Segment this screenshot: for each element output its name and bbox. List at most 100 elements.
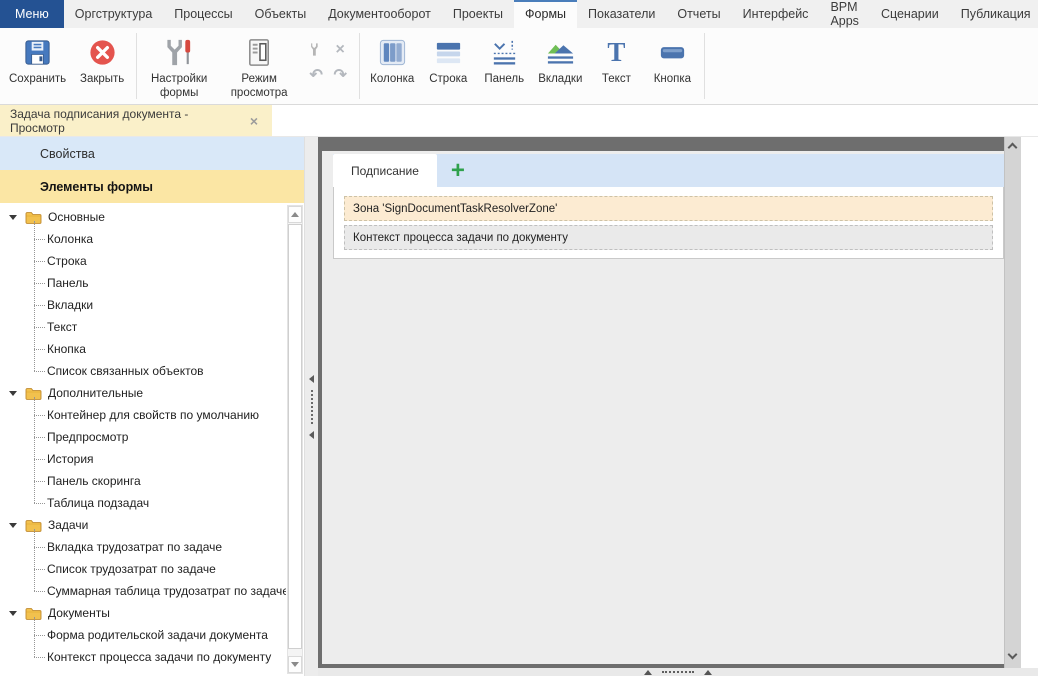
undo-icon[interactable]: ↶ <box>304 62 328 87</box>
form-elements-tree: Основные Колонка Строка Панель Вкладки Т… <box>0 203 286 676</box>
form-settings-label: Настройки формы <box>147 72 211 101</box>
tree-item[interactable]: Кнопка <box>0 338 286 360</box>
tree-item[interactable]: Колонка <box>0 228 286 250</box>
tree-item-label: Строка <box>47 254 87 268</box>
tree-item-label: Панель скоринга <box>47 474 141 488</box>
document-tab-strip: Задача подписания документа - Просмотр × <box>0 105 1038 137</box>
close-button-label: Закрыть <box>80 72 124 86</box>
button-icon <box>657 34 688 71</box>
tree-item[interactable]: Список трудозатрат по задаче <box>0 558 286 580</box>
collapse-left-icon[interactable] <box>309 375 314 383</box>
form-tab-strip: Подписание + <box>333 154 1004 187</box>
tree-item[interactable]: Текст <box>0 316 286 338</box>
tree-item[interactable]: Панель <box>0 272 286 294</box>
app-window: Меню Оргструктура Процессы Объекты Докум… <box>0 0 1038 676</box>
view-mode-button[interactable]: Режим просмотра <box>217 28 301 104</box>
menu-item-otchety[interactable]: Отчеты <box>666 0 731 28</box>
horizontal-splitter[interactable] <box>318 668 1038 676</box>
row-element-button[interactable]: Строка <box>420 28 476 104</box>
close-icon <box>87 34 118 71</box>
text-element-button[interactable]: T Текст <box>588 28 644 104</box>
menu-item-processy[interactable]: Процессы <box>163 0 243 28</box>
tree-item[interactable]: История <box>0 448 286 470</box>
menu-item-scenarii[interactable]: Сценарии <box>870 0 950 28</box>
tree-folder-dokumenty[interactable]: Документы <box>0 602 286 624</box>
workspace: Свойства Элементы формы Основные Колонка… <box>0 137 1038 676</box>
expand-arrow-icon[interactable] <box>9 523 17 528</box>
menu-item-proekty[interactable]: Проекты <box>442 0 514 28</box>
tree-item-label: Вкладка трудозатрат по задаче <box>47 540 222 554</box>
document-tab-close-icon[interactable]: × <box>246 114 262 128</box>
menu-item-orgstructura[interactable]: Оргструктура <box>64 0 163 28</box>
collapse-up-icon[interactable] <box>644 670 652 675</box>
tree-item-label: Вкладки <box>47 298 93 312</box>
tree-item[interactable]: Панель скоринга <box>0 470 286 492</box>
scroll-down-button[interactable] <box>288 656 302 673</box>
splitter-grip[interactable] <box>311 390 313 424</box>
tree-folder-label: Основные <box>48 210 105 224</box>
tree-item-label: Текст <box>47 320 77 334</box>
button-element-button[interactable]: Кнопка <box>644 28 700 104</box>
splitter-grip[interactable] <box>662 671 694 673</box>
document-tab-title: Задача подписания документа - Просмотр <box>10 107 246 135</box>
tree-item[interactable]: Таблица подзадач <box>0 492 286 514</box>
menu-button[interactable]: Меню <box>0 0 64 28</box>
tree-folder-zadachi[interactable]: Задачи <box>0 514 286 536</box>
chevron-up-icon[interactable] <box>1008 143 1018 153</box>
tree-item[interactable]: Строка <box>0 250 286 272</box>
main-scrollbar[interactable] <box>1004 137 1021 668</box>
scroll-up-button[interactable] <box>288 206 302 223</box>
form-row-zone[interactable]: Зона 'SignDocumentTaskResolverZone' <box>344 196 993 221</box>
sidebar-section-properties[interactable]: Свойства <box>0 137 304 170</box>
panel-element-button[interactable]: Панель <box>476 28 532 104</box>
tree-item[interactable]: Список связанных объектов <box>0 360 286 382</box>
form-tab-podpisanie[interactable]: Подписание <box>333 154 437 187</box>
menu-item-dokumentooborot[interactable]: Документооборот <box>317 0 442 28</box>
tabs-element-button[interactable]: Вкладки <box>532 28 588 104</box>
column-element-button[interactable]: Колонка <box>364 28 420 104</box>
add-tab-button[interactable]: + <box>437 154 479 187</box>
sidebar-section-form-elements[interactable]: Элементы формы <box>0 170 304 203</box>
tree-folder-dopolnitelnye[interactable]: Дополнительные <box>0 382 286 404</box>
tree-item-label: Контейнер для свойств по умолчанию <box>47 408 259 422</box>
collapse-up-icon[interactable] <box>704 670 712 675</box>
tree-item[interactable]: Вкладки <box>0 294 286 316</box>
tabs-icon <box>545 34 576 71</box>
tree-item[interactable]: Контекст процесса задачи по документу <box>0 646 286 668</box>
save-button[interactable]: Сохранить <box>3 28 72 104</box>
tree-item[interactable]: Вкладка трудозатрат по задаче <box>0 536 286 558</box>
expand-arrow-icon[interactable] <box>9 391 17 396</box>
tree-item-label: Предпросмотр <box>47 430 128 444</box>
view-mode-icon <box>244 34 275 71</box>
document-tab[interactable]: Задача подписания документа - Просмотр × <box>0 105 272 136</box>
menu-item-formy-active[interactable]: Формы <box>514 0 577 28</box>
delete-icon[interactable]: × <box>328 37 352 62</box>
row-icon <box>433 34 464 71</box>
designer-canvas: Подписание + Зона 'SignDocumentTaskResol… <box>322 151 1006 664</box>
menu-item-bpm-apps[interactable]: BPM Apps <box>819 0 870 28</box>
tree-folder-osnovnye[interactable]: Основные <box>0 206 286 228</box>
vertical-splitter[interactable] <box>304 137 318 676</box>
menu-item-publikaciya[interactable]: Публикация <box>950 0 1038 28</box>
expand-arrow-icon[interactable] <box>9 215 17 220</box>
menu-item-obekty[interactable]: Объекты <box>244 0 318 28</box>
menu-item-interfeys[interactable]: Интерфейс <box>732 0 820 28</box>
expand-arrow-icon[interactable] <box>9 611 17 616</box>
view-mode-label: Режим просмотра <box>223 72 295 101</box>
scrollbar-thumb[interactable] <box>288 224 302 649</box>
sidebar: Свойства Элементы формы Основные Колонка… <box>0 137 304 676</box>
tree-item-label: Контекст процесса задачи по документу <box>47 650 271 664</box>
tree-item[interactable]: Контейнер для свойств по умолчанию <box>0 404 286 426</box>
tree-scrollbar[interactable] <box>287 205 303 674</box>
chevron-down-icon[interactable] <box>1008 650 1018 660</box>
wrench-icon[interactable] <box>304 37 328 62</box>
form-settings-button[interactable]: Настройки формы <box>141 28 217 104</box>
close-button[interactable]: Закрыть <box>72 28 132 104</box>
tree-item[interactable]: Форма родительской задачи документа <box>0 624 286 646</box>
redo-icon[interactable]: ↷ <box>328 62 352 87</box>
tree-item[interactable]: Предпросмотр <box>0 426 286 448</box>
form-row-context[interactable]: Контекст процесса задачи по документу <box>344 225 993 250</box>
collapse-left-icon[interactable] <box>309 431 314 439</box>
menu-item-pokazateli[interactable]: Показатели <box>577 0 666 28</box>
tree-item[interactable]: Суммарная таблица трудозатрат по задаче <box>0 580 286 602</box>
